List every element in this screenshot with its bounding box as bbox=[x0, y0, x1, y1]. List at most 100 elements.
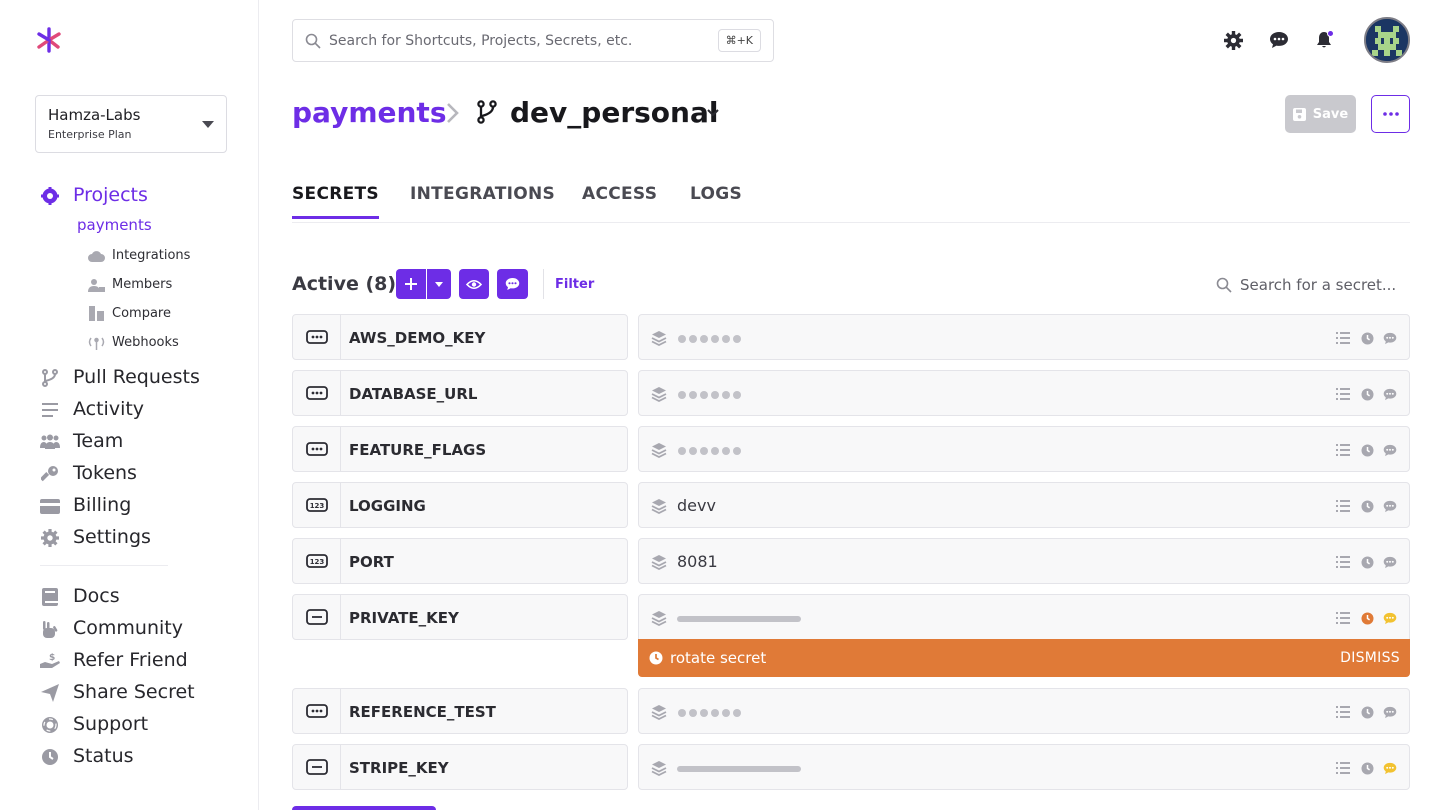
comment-icon[interactable] bbox=[1382, 610, 1398, 626]
secret-key[interactable]: STRIPE_KEY bbox=[349, 759, 449, 777]
save-button[interactable]: Save bbox=[1285, 95, 1356, 133]
secret-type-button[interactable]: 123 bbox=[293, 539, 341, 583]
sidebar-item-team[interactable]: Team bbox=[0, 430, 258, 454]
secret-key[interactable]: PRIVATE_KEY bbox=[349, 609, 459, 627]
secret-type-button[interactable] bbox=[293, 595, 341, 639]
sidebar-item-community[interactable]: Community bbox=[0, 617, 258, 641]
secret-value-box[interactable] bbox=[638, 426, 1410, 472]
history-clock-icon[interactable] bbox=[1359, 330, 1375, 346]
layers-icon[interactable] bbox=[651, 386, 667, 403]
history-clock-icon[interactable] bbox=[1359, 610, 1375, 626]
org-switcher[interactable]: Hamza-Labs Enterprise Plan bbox=[35, 95, 227, 153]
global-search[interactable]: ⌘+K bbox=[292, 19, 774, 62]
add-secret-button[interactable] bbox=[396, 269, 426, 299]
comment-icon[interactable] bbox=[1382, 330, 1398, 346]
comments-toggle-button[interactable] bbox=[497, 269, 528, 299]
comment-icon[interactable] bbox=[1382, 760, 1398, 776]
comment-icon[interactable] bbox=[1382, 498, 1398, 514]
list-icon[interactable] bbox=[1335, 330, 1351, 346]
secret-key[interactable]: PORT bbox=[349, 553, 394, 571]
sidebar-item-support[interactable]: Support bbox=[0, 713, 258, 737]
secret-value-box[interactable]: 8081 bbox=[638, 538, 1410, 584]
list-icon[interactable] bbox=[1335, 386, 1351, 402]
comment-icon[interactable] bbox=[1382, 442, 1398, 458]
logo-icon[interactable] bbox=[35, 26, 63, 54]
secret-value-box[interactable] bbox=[638, 688, 1410, 734]
add-secret-dropdown[interactable] bbox=[427, 269, 451, 299]
sidebar-subitem-compare[interactable]: Compare bbox=[88, 305, 171, 322]
history-clock-icon[interactable] bbox=[1359, 498, 1375, 514]
comment-icon[interactable] bbox=[1382, 554, 1398, 570]
theme-toggle-button[interactable] bbox=[1223, 30, 1243, 50]
secret-type-button[interactable] bbox=[293, 315, 341, 359]
layers-icon[interactable] bbox=[651, 760, 667, 777]
list-icon[interactable] bbox=[1335, 760, 1351, 776]
reveal-secrets-button[interactable] bbox=[459, 269, 489, 299]
sidebar-project-payments[interactable]: payments bbox=[77, 216, 152, 234]
history-clock-icon[interactable] bbox=[1359, 704, 1375, 720]
sidebar-item-tokens[interactable]: Tokens bbox=[0, 462, 258, 486]
secret-type-button[interactable] bbox=[293, 689, 341, 733]
layers-icon[interactable] bbox=[651, 498, 667, 515]
secret-value-box[interactable]: devv bbox=[638, 482, 1410, 528]
secret-key[interactable]: LOGGING bbox=[349, 497, 426, 515]
user-avatar[interactable] bbox=[1364, 17, 1410, 63]
history-clock-icon[interactable] bbox=[1359, 760, 1375, 776]
breadcrumb-project[interactable]: payments bbox=[292, 96, 446, 129]
sidebar-item-docs[interactable]: Docs bbox=[0, 585, 258, 609]
list-icon[interactable] bbox=[1335, 610, 1351, 626]
secret-key[interactable]: AWS_DEMO_KEY bbox=[349, 329, 485, 347]
list-icon[interactable] bbox=[1335, 554, 1351, 570]
sidebar-item-settings[interactable]: Settings bbox=[0, 526, 258, 550]
sidebar-item-billing[interactable]: Billing bbox=[0, 494, 258, 518]
list-icon[interactable] bbox=[1335, 498, 1351, 514]
tab-logs[interactable]: LOGS bbox=[690, 184, 742, 219]
secret-type-button[interactable]: 123 bbox=[293, 483, 341, 527]
more-options-button[interactable] bbox=[1371, 95, 1410, 133]
secret-type-button[interactable] bbox=[293, 371, 341, 415]
sidebar-subitem-webhooks[interactable]: Webhooks bbox=[88, 334, 179, 351]
secret-value-box[interactable] bbox=[638, 370, 1410, 416]
branch-selector[interactable]: dev_personal bbox=[510, 96, 718, 129]
add-secret-bottom-button[interactable] bbox=[292, 806, 436, 810]
list-icon[interactable] bbox=[1335, 704, 1351, 720]
sidebar-subitem-integrations[interactable]: Integrations bbox=[88, 247, 190, 264]
secret-value-box[interactable] bbox=[638, 314, 1410, 360]
secret-key[interactable]: REFERENCE_TEST bbox=[349, 703, 496, 721]
chevron-down-icon[interactable] bbox=[706, 106, 720, 120]
tab-integrations[interactable]: INTEGRATIONS bbox=[410, 184, 555, 219]
tab-access[interactable]: ACCESS bbox=[582, 184, 657, 219]
secret-value-box[interactable] bbox=[638, 594, 1410, 640]
history-clock-icon[interactable] bbox=[1359, 554, 1375, 570]
secret-search[interactable] bbox=[1216, 276, 1410, 294]
sidebar-item-share-secret[interactable]: Share Secret bbox=[0, 681, 258, 705]
secret-key[interactable]: DATABASE_URL bbox=[349, 385, 477, 403]
comment-icon[interactable] bbox=[1382, 704, 1398, 720]
secret-type-button[interactable] bbox=[293, 745, 341, 789]
history-clock-icon[interactable] bbox=[1359, 386, 1375, 402]
global-search-input[interactable] bbox=[329, 32, 709, 49]
filter-button[interactable]: Filter bbox=[555, 277, 594, 292]
sidebar-item-projects[interactable]: Projects bbox=[0, 184, 258, 208]
secret-key[interactable]: FEATURE_FLAGS bbox=[349, 441, 486, 459]
list-icon[interactable] bbox=[1335, 442, 1351, 458]
comment-icon[interactable] bbox=[1382, 386, 1398, 402]
secret-type-button[interactable] bbox=[293, 427, 341, 471]
sidebar-item-activity[interactable]: Activity bbox=[0, 398, 258, 422]
layers-icon[interactable] bbox=[651, 610, 667, 627]
layers-icon[interactable] bbox=[651, 330, 667, 347]
layers-icon[interactable] bbox=[651, 442, 667, 459]
sidebar-item-pull-requests[interactable]: Pull Requests bbox=[0, 366, 258, 390]
secret-search-input[interactable] bbox=[1240, 276, 1410, 294]
dismiss-button[interactable]: DISMISS bbox=[1340, 650, 1400, 666]
tab-secrets[interactable]: SECRETS bbox=[292, 184, 379, 219]
layers-icon[interactable] bbox=[651, 554, 667, 571]
layers-icon[interactable] bbox=[651, 704, 667, 721]
sidebar-item-refer-friend[interactable]: $ Refer Friend bbox=[0, 649, 258, 673]
notifications-button[interactable] bbox=[1315, 30, 1335, 50]
secret-value-box[interactable] bbox=[638, 744, 1410, 790]
sidebar-item-status[interactable]: Status bbox=[0, 745, 258, 769]
sidebar-subitem-members[interactable]: Members bbox=[88, 276, 172, 293]
history-clock-icon[interactable] bbox=[1359, 442, 1375, 458]
feedback-button[interactable] bbox=[1269, 30, 1289, 50]
